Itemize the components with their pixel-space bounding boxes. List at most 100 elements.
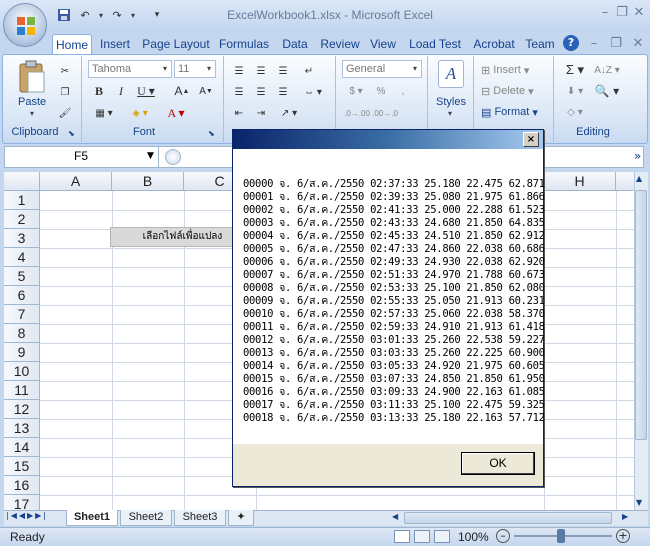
sheet-tab-sheet3[interactable]: Sheet3 — [174, 510, 226, 526]
orientation-icon[interactable]: ↗ ▾ — [276, 104, 302, 122]
paste-label[interactable]: Paste — [18, 96, 46, 108]
ok-button[interactable]: OK — [461, 452, 535, 475]
number-format-combo[interactable]: General ▾ — [342, 60, 422, 78]
sheet-tab-sheet2[interactable]: Sheet2 — [120, 510, 172, 526]
increase-indent-icon[interactable]: ⇥ — [252, 104, 270, 122]
increase-font-icon[interactable]: A ▲ — [172, 82, 192, 100]
font-launcher-icon[interactable]: ⬊ — [208, 129, 215, 138]
select-all-corner[interactable] — [4, 172, 40, 191]
clipboard-launcher-icon[interactable]: ⬊ — [68, 129, 75, 138]
row-header[interactable]: 2 — [4, 210, 40, 229]
zoom-in-icon[interactable]: + — [616, 529, 630, 543]
vertical-scroll-thumb[interactable] — [635, 190, 647, 440]
ribbon-restore-icon[interactable]: ❐ — [607, 36, 625, 52]
row-header[interactable]: 10 — [4, 362, 40, 381]
insert-cells-button[interactable]: ⊞ Insert ▾ — [480, 61, 548, 79]
row-header[interactable]: 8 — [4, 324, 40, 343]
tab-view[interactable]: View — [366, 34, 400, 54]
tab-acrobat[interactable]: Acrobat — [468, 34, 520, 54]
row-header[interactable]: 15 — [4, 457, 40, 476]
row-header[interactable]: 11 — [4, 381, 40, 400]
formula-divider-handle[interactable] — [165, 149, 181, 165]
zoom-level[interactable]: 100% — [458, 530, 489, 544]
row-header[interactable]: 14 — [4, 438, 40, 457]
tab-data[interactable]: Data — [278, 34, 312, 54]
sort-filter-icon[interactable]: A↓Z ▾ — [592, 61, 622, 79]
decrease-font-icon[interactable]: A ▼ — [196, 82, 216, 100]
increase-decimal-icon[interactable]: .0→.00 — [344, 104, 370, 122]
paste-icon[interactable] — [16, 60, 48, 96]
scroll-right-icon[interactable]: ▶ — [622, 512, 628, 521]
column-header-b[interactable]: B — [112, 172, 184, 191]
scroll-left-icon[interactable]: ◀ — [392, 512, 398, 521]
styles-label[interactable]: Styles — [436, 96, 466, 108]
font-size-combo[interactable]: 11 ▾ — [174, 60, 216, 78]
horizontal-scroll-thumb[interactable] — [404, 512, 612, 524]
tab-load-test[interactable]: Load Test — [406, 34, 464, 54]
name-box[interactable]: F5 — [4, 146, 159, 168]
align-middle-icon[interactable]: ☰ — [252, 62, 270, 80]
cut-icon[interactable]: ✂ — [56, 62, 74, 80]
align-right-icon[interactable]: ☰ — [274, 83, 292, 101]
align-bottom-icon[interactable]: ☰ — [274, 62, 292, 80]
column-header-a[interactable]: A — [40, 172, 112, 191]
autosum-icon[interactable]: Σ ▾ — [562, 61, 588, 79]
save-icon[interactable] — [55, 7, 73, 23]
underline-icon[interactable]: U ▾ — [134, 82, 158, 100]
page-layout-view-icon[interactable] — [414, 530, 430, 543]
borders-icon[interactable]: ▦ ▾ — [90, 104, 118, 122]
name-box-dropdown-icon[interactable]: ▼ — [147, 151, 154, 161]
align-left-icon[interactable]: ☰ — [230, 83, 248, 101]
font-color-icon[interactable]: A ▾ — [160, 104, 192, 122]
insert-sheet-icon[interactable]: ✦ — [228, 510, 254, 526]
comma-style-icon[interactable]: , — [394, 82, 412, 100]
normal-view-icon[interactable] — [394, 530, 410, 543]
paste-dropdown-icon[interactable]: ▾ — [30, 109, 34, 118]
column-header-i[interactable] — [616, 172, 634, 191]
bold-icon[interactable]: B — [90, 82, 108, 100]
tab-insert[interactable]: Insert — [94, 34, 136, 54]
format-painter-icon[interactable]: 🖌 — [56, 104, 74, 122]
decrease-indent-icon[interactable]: ⇤ — [230, 104, 248, 122]
dialog-title-bar[interactable] — [233, 130, 543, 149]
font-name-combo[interactable]: Tahoma ▾ — [88, 60, 172, 78]
close-window-icon[interactable]: ✕ — [630, 5, 648, 21]
tab-page-layout[interactable]: Page Layout — [140, 34, 212, 54]
delete-cells-button[interactable]: ⊟ Delete ▾ — [480, 82, 548, 100]
align-center-icon[interactable]: ☰ — [252, 83, 270, 101]
fill-icon[interactable]: ⬇ ▾ — [562, 82, 588, 100]
row-header[interactable]: 6 — [4, 286, 40, 305]
help-icon[interactable]: ? — [563, 35, 579, 51]
fill-color-icon[interactable]: ◈ ▾ — [124, 104, 156, 122]
row-header[interactable]: 16 — [4, 476, 40, 495]
restore-icon[interactable]: ❐ — [613, 5, 631, 21]
row-header[interactable]: 12 — [4, 400, 40, 419]
zoom-slider-handle[interactable] — [557, 529, 565, 543]
page-break-view-icon[interactable] — [434, 530, 450, 543]
sheet-tab-sheet1[interactable]: Sheet1 — [66, 510, 118, 526]
row-header[interactable]: 3 — [4, 229, 40, 248]
row-header[interactable]: 1 — [4, 191, 40, 210]
ribbon-minimize-icon[interactable]: – — [585, 36, 603, 52]
clear-icon[interactable]: ◇ ▾ — [562, 103, 588, 121]
accounting-format-icon[interactable]: $ ▾ — [344, 82, 368, 100]
percent-style-icon[interactable]: % — [372, 82, 390, 100]
row-header[interactable]: 7 — [4, 305, 40, 324]
row-header[interactable]: 4 — [4, 248, 40, 267]
row-header[interactable]: 13 — [4, 419, 40, 438]
styles-icon[interactable]: A — [438, 60, 464, 88]
scroll-down-icon[interactable]: ▼ — [636, 498, 642, 507]
expand-formula-bar-icon[interactable]: » — [634, 149, 641, 163]
italic-icon[interactable]: I — [112, 82, 130, 100]
sheet-nav-arrows-icon[interactable]: |◀◀▶▶| — [6, 511, 48, 520]
redo-dropdown-icon[interactable]: ▾ — [124, 7, 142, 23]
find-select-icon[interactable]: 🔍 ▾ — [592, 82, 622, 100]
scroll-up-icon[interactable]: ▲ — [636, 174, 642, 183]
styles-dropdown-icon[interactable]: ▾ — [448, 109, 452, 118]
close-workbook-icon[interactable]: ✕ — [629, 36, 647, 52]
tab-review[interactable]: Review — [316, 34, 364, 54]
office-button[interactable] — [3, 3, 47, 47]
column-header-h[interactable]: H — [544, 172, 616, 191]
dialog-close-button[interactable]: × — [523, 132, 539, 147]
zoom-out-icon[interactable]: – — [496, 529, 510, 543]
